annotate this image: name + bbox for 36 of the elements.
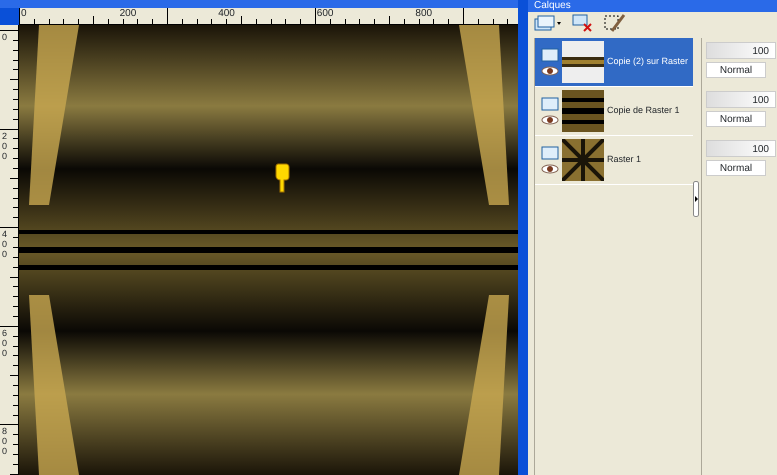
layer-thumbnail	[562, 139, 604, 181]
splitter-handle-icon[interactable]	[693, 181, 699, 217]
ruler-label: 600	[2, 328, 8, 358]
layer-name: Raster 1	[607, 153, 642, 166]
layer-thumbnail	[562, 90, 604, 132]
opacity-value: 100	[752, 94, 769, 108]
ruler-label: 800	[2, 426, 8, 456]
layer-row[interactable]: Copie (2) sur Raster	[535, 38, 693, 87]
eye-icon[interactable]	[541, 115, 559, 125]
ruler-label: 800	[415, 8, 432, 19]
mask-brush-icon[interactable]	[604, 13, 626, 33]
raster-layer-icon	[541, 48, 559, 62]
raster-layer-icon	[541, 146, 559, 160]
eye-icon[interactable]	[541, 164, 559, 174]
delete-layer-icon[interactable]	[572, 13, 594, 33]
layer-name: Copie (2) sur Raster	[607, 55, 688, 68]
layer-name: Copie de Raster 1	[607, 104, 680, 118]
eye-icon[interactable]	[541, 66, 559, 76]
ruler-label: 200	[2, 130, 8, 161]
opacity-value: 100	[752, 45, 769, 59]
layer-row[interactable]: Copie de Raster 1	[535, 87, 693, 136]
blend-mode-dropdown[interactable]: Normal	[706, 160, 766, 176]
new-layer-icon[interactable]	[534, 14, 562, 32]
ruler-label: 0	[21, 8, 27, 19]
palette-title: Calques	[528, 0, 777, 12]
ruler-label: 600	[316, 8, 334, 19]
ruler-label: 400	[2, 229, 8, 260]
blend-mode-dropdown[interactable]: Normal	[706, 111, 766, 127]
blend-mode-dropdown[interactable]: Normal	[706, 62, 766, 78]
raster-layer-icon	[541, 97, 559, 111]
ruler-label: 0	[2, 32, 8, 42]
layer-row[interactable]: Raster 1	[535, 136, 693, 185]
ruler-label: 400	[218, 8, 235, 19]
ruler-label: 200	[120, 8, 136, 19]
layer-thumbnail	[562, 41, 604, 83]
opacity-value: 100	[752, 143, 769, 157]
